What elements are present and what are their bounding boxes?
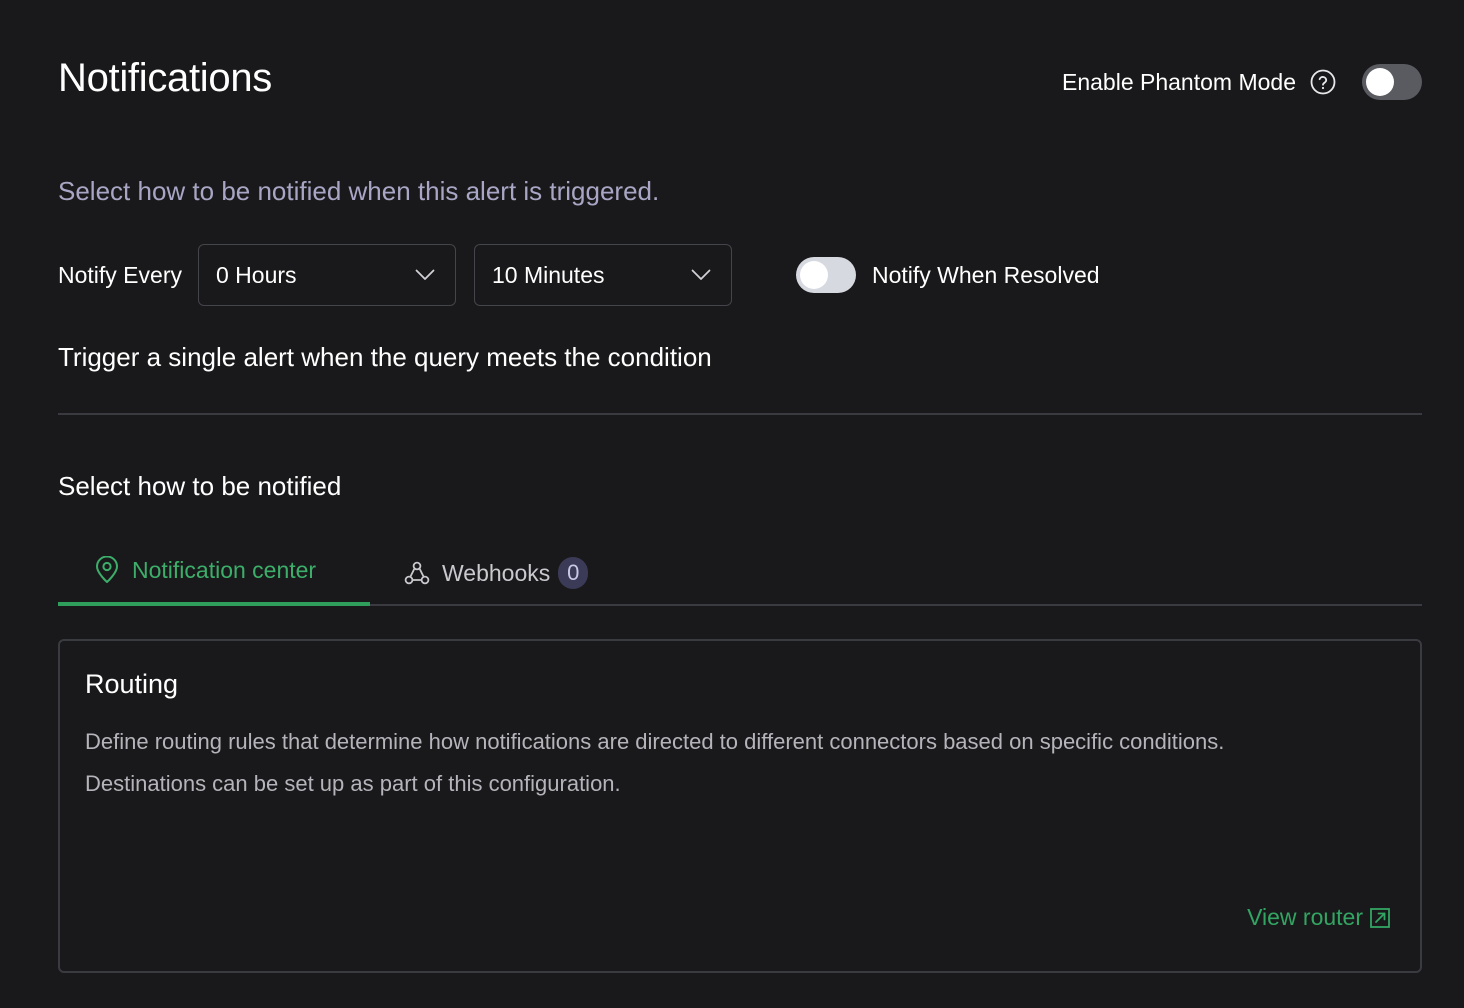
view-router-link[interactable]: View router [1247,904,1391,931]
view-router-label: View router [1247,904,1363,930]
alert-subtitle: Select how to be notified when this aler… [58,176,660,206]
tab-label: Webhooks [442,559,551,586]
notify-resolved-toggle[interactable] [795,257,856,293]
notify-every-label: Notify Every [58,261,182,288]
section-divider [58,413,1422,415]
webhooks-count-badge: 0 [558,557,589,589]
notify-resolved-label: Notify When Resolved [871,261,1100,288]
tab-label: Notification center [132,556,317,583]
trigger-description: Trigger a single alert when the query me… [58,342,712,372]
notify-section-title: Select how to be notified [58,471,342,501]
hours-select[interactable]: 0 Hours [197,244,456,306]
routing-description-line: Destinations can be set up as part of th… [85,771,621,796]
tab-webhooks[interactable]: Webhooks 0 [402,540,589,606]
routing-description: Define routing rules that determine how … [85,721,1385,805]
phantom-mode-toggle[interactable] [1362,64,1422,100]
routing-description-line: Define routing rules that determine how … [85,729,1225,754]
webhook-icon [402,558,432,588]
chevron-down-icon [415,269,435,281]
hours-select-value: 0 Hours [215,261,297,288]
chevron-down-icon [691,269,711,281]
external-link-icon [1369,907,1391,929]
minutes-select[interactable]: 10 Minutes [473,244,732,306]
minutes-select-value: 10 Minutes [491,261,605,288]
toggle-knob [1366,68,1394,96]
notify-resolved-control: Notify When Resolved [795,257,1100,293]
location-pin-icon [94,556,120,584]
phantom-mode-label: Enable Phantom Mode [1062,68,1296,95]
toggle-knob [799,261,828,289]
notifications-page: Notifications Enable Phantom Mode Select… [0,0,1464,1008]
routing-title: Routing [85,669,179,699]
phantom-mode-control: Enable Phantom Mode [1062,62,1422,102]
page-title: Notifications [58,56,272,100]
routing-card: Routing Define routing rules that determ… [58,639,1422,973]
tab-notification-center[interactable]: Notification center [58,540,370,606]
notify-tabs: Notification center Webhooks 0 [58,540,1422,606]
notify-frequency-row: Notify Every 0 Hours 10 Minutes Notify W… [58,243,1100,307]
help-icon[interactable] [1310,69,1336,95]
